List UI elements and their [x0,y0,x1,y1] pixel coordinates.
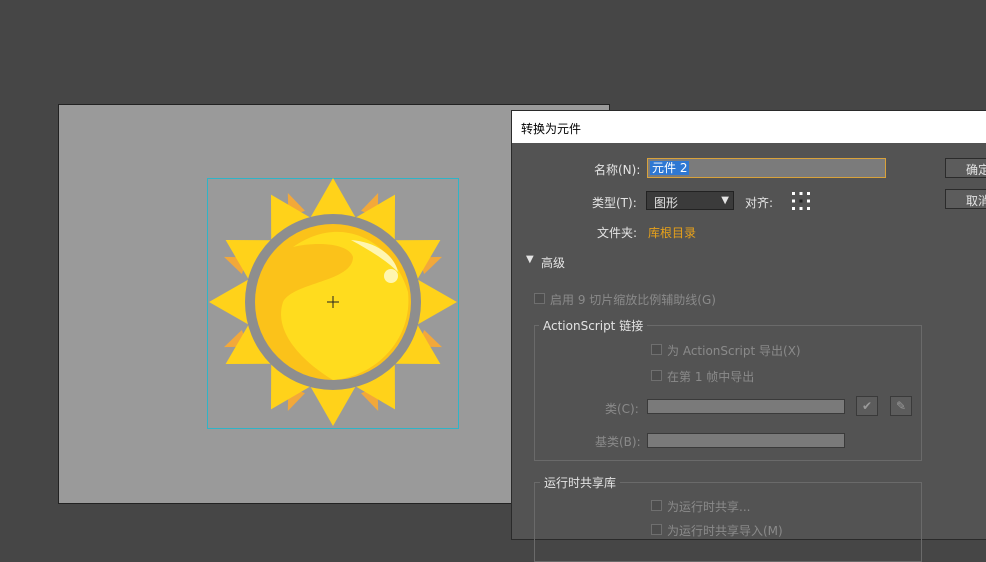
ok-button[interactable]: 确定 [945,158,986,178]
type-label: 类型(T): [592,196,637,210]
export-actionscript-checkbox[interactable] [651,344,662,355]
advanced-toggle-icon[interactable]: ▼ [526,254,534,265]
registration-grid-icon[interactable] [791,191,811,211]
align-label: 对齐: [745,196,774,210]
type-select[interactable]: 图形 ▼ [646,191,734,210]
chevron-down-icon: ▼ [721,195,729,206]
base-class-label: 基类(B): [595,435,641,449]
pencil-icon[interactable]: ✎ [890,396,912,416]
dialog-title: 转换为元件 [521,122,582,136]
actionscript-linkage-label: ActionScript 链接 [539,317,648,334]
enable-9slice-checkbox[interactable] [534,293,545,304]
enable-9slice-label: 启用 9 切片缩放比例辅助线(G) [550,293,716,307]
name-input[interactable]: 元件 2 [647,158,886,178]
folder-label: 文件夹: [597,226,638,240]
dialog-titlebar[interactable]: 转换为元件 [512,111,986,143]
convert-to-symbol-dialog: 转换为元件 名称(N): 元件 2 确定 取消 类型(T): 图形 ▼ 对齐: … [511,110,986,562]
runtime-export-label: 为运行时共享... [667,500,751,514]
checkmark-icon[interactable]: ✔ [856,396,878,416]
base-class-input[interactable] [647,433,845,448]
sun-graphic[interactable] [205,176,461,432]
class-label: 类(C): [605,402,639,416]
folder-link[interactable]: 库根目录 [648,224,696,241]
runtime-import-checkbox[interactable] [651,524,662,535]
runtime-shared-library-label: 运行时共享库 [540,474,621,491]
class-input[interactable] [647,399,845,414]
export-actionscript-label: 为 ActionScript 导出(X) [667,344,801,358]
name-input-value: 元件 2 [650,161,690,175]
export-frame1-checkbox[interactable] [651,370,662,381]
type-select-value: 图形 [654,196,679,210]
runtime-export-checkbox[interactable] [651,500,662,511]
advanced-section-label[interactable]: 高级 [541,254,565,271]
name-label: 名称(N): [594,163,641,177]
cancel-button[interactable]: 取消 [945,189,986,209]
export-frame1-label: 在第 1 帧中导出 [667,370,755,384]
